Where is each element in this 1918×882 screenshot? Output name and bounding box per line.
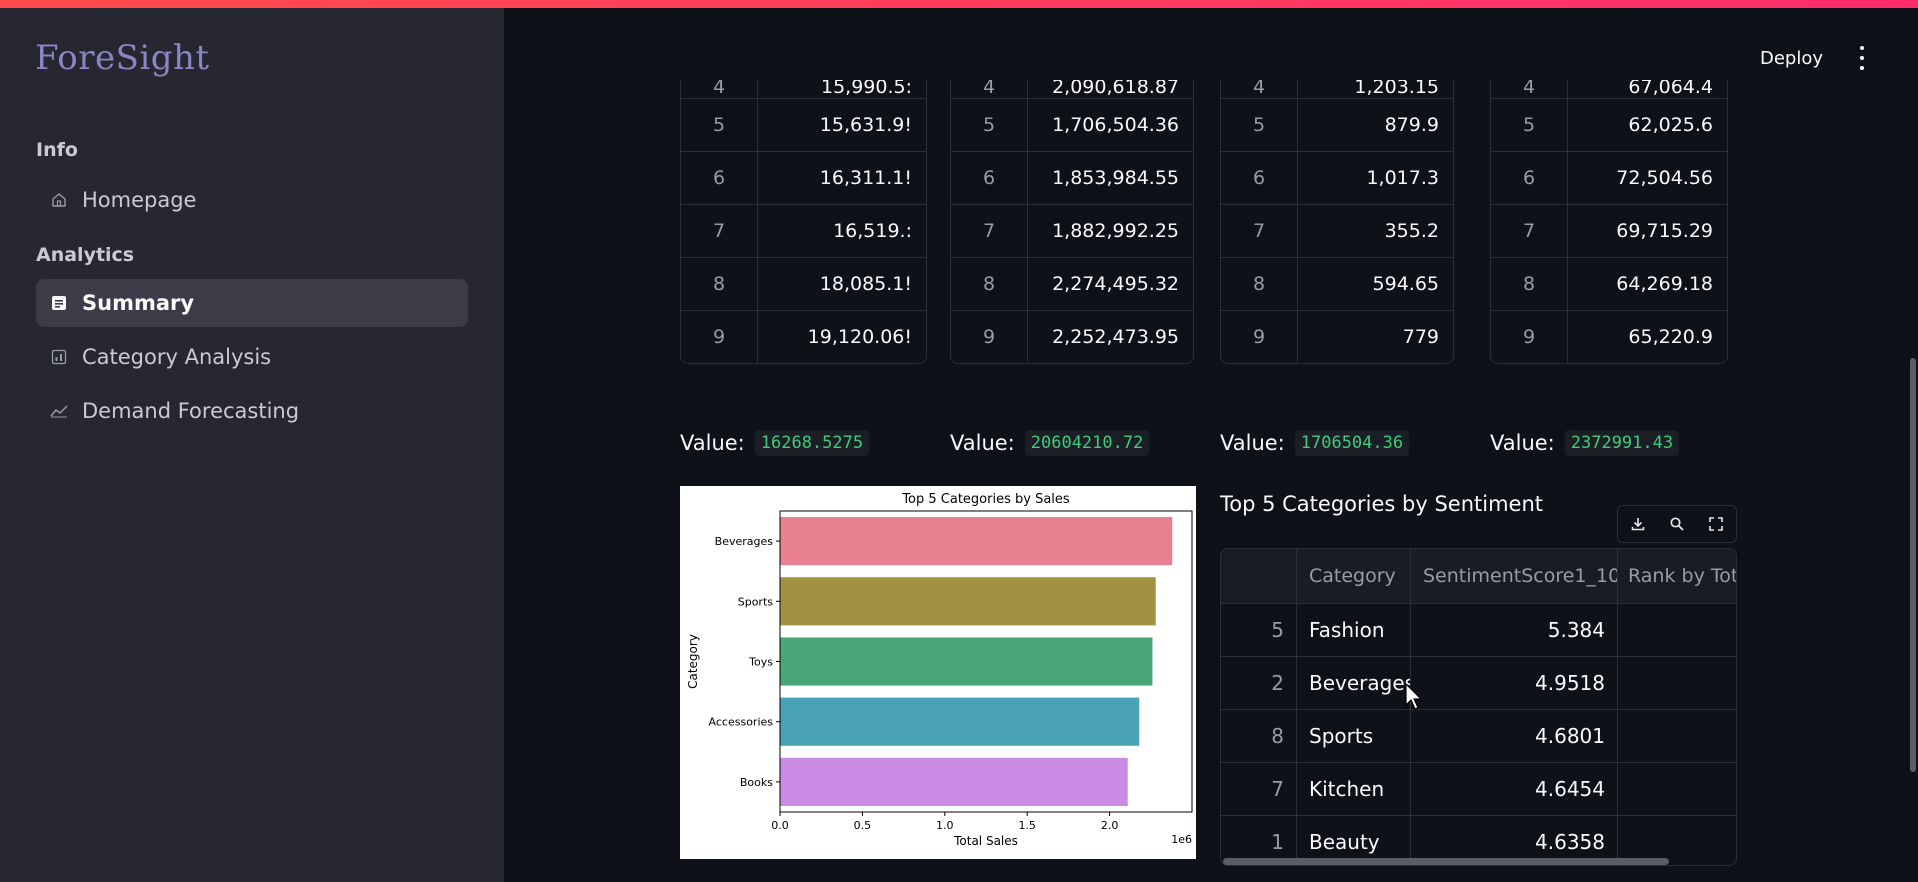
sentiment-table-title: Top 5 Categories by Sentiment — [1220, 492, 1543, 516]
table-toolbar — [1617, 505, 1737, 543]
column-header[interactable]: Category — [1297, 549, 1411, 603]
sidebar-item-label: Category Analysis — [82, 345, 272, 369]
sales-bar-chart: Top 5 Categories by Sales Beverages Sports… — [680, 486, 1196, 859]
sidebar-item-category-analysis[interactable]: Category Analysis — [36, 333, 468, 381]
app-logo[interactable]: ForeSight — [35, 38, 210, 78]
sidebar-item-label: Summary — [82, 291, 195, 315]
table-row: 7 16,519.: — [681, 204, 926, 257]
sidebar-item-label: Homepage — [82, 188, 197, 212]
sidebar-item-homepage[interactable]: Homepage — [36, 176, 468, 224]
table-horizontal-scrollbar[interactable] — [1223, 858, 1669, 865]
table-row: 8 18,085.1! — [681, 257, 926, 310]
value-code: 1706504.36 — [1294, 430, 1410, 456]
table-row: 6 16,311.1! — [681, 151, 926, 204]
document-icon — [36, 294, 82, 312]
table-row: 9 2,252,473.95 — [951, 310, 1193, 363]
table-row: 9 19,120.06! — [681, 310, 926, 363]
value-label: Value: — [1490, 431, 1555, 455]
table-row[interactable]: 5 Fashion 5.384 — [1221, 603, 1736, 656]
chart-x-tick-label: 1.0 — [936, 819, 954, 832]
column-header[interactable]: SentimentScore1_10 — [1411, 549, 1618, 603]
table-row: 5 62,025.6 — [1491, 98, 1727, 151]
chart-y-tick-label: Accessories — [709, 716, 774, 729]
chart-y-tick-label: Beverages — [715, 535, 774, 548]
value-code: 16268.5275 — [754, 430, 870, 456]
chart-x-axis-label: Total Sales — [953, 834, 1018, 848]
value-label: Value: — [680, 431, 745, 455]
table-row: 8 594.65 — [1221, 257, 1453, 310]
table-row: 9 779 — [1221, 310, 1453, 363]
home-icon — [36, 192, 82, 208]
value-display-4: Value: 2372991.43 — [1490, 430, 1680, 456]
table-row: 6 1,853,984.55 — [951, 151, 1193, 204]
table-row: 4 15,990.5: — [681, 80, 926, 98]
metric-table-2[interactable]: 4 2,090,618.87 5 1,706,504.36 6 1,853,984.5… — [950, 80, 1194, 364]
table-row: 4 67,064.4 — [1491, 80, 1727, 98]
table-row: 5 879.9 — [1221, 98, 1453, 151]
chart-icon — [36, 349, 82, 365]
value-code: 20604210.72 — [1024, 430, 1150, 456]
value-label: Value: — [950, 431, 1015, 455]
deploy-button[interactable]: Deploy — [1760, 48, 1823, 69]
table-row[interactable]: 7 Kitchen 4.6454 — [1221, 762, 1736, 815]
table-row: 6 72,504.56 — [1491, 151, 1727, 204]
table-row[interactable]: 2 Beverages 4.9518 — [1221, 656, 1736, 709]
chart-bar — [780, 517, 1173, 566]
fullscreen-icon[interactable] — [1705, 513, 1727, 535]
chart-y-tick-label: Toys — [748, 656, 773, 669]
chart-y-tick-label: Sports — [738, 595, 774, 608]
column-header[interactable]: Rank by Tota — [1618, 549, 1736, 603]
chart-bar — [780, 697, 1140, 746]
sidebar: ForeSight Info Homepage Analytics Summar… — [0, 8, 504, 882]
chart-x-tick-label: 0.5 — [854, 819, 872, 832]
metric-table-3[interactable]: 4 1,203.15 5 879.9 6 1,017.3 7 355.2 8 594.65… — [1220, 80, 1454, 364]
sidebar-item-summary[interactable]: Summary — [36, 279, 468, 327]
chart-svg: Top 5 Categories by Sales Beverages Sports… — [686, 492, 1193, 848]
main-scrollbar[interactable] — [1910, 358, 1916, 772]
metric-table-4[interactable]: 4 67,064.4 5 62,025.6 6 72,504.56 7 69,715.2… — [1490, 80, 1728, 364]
value-display-3: Value: 1706504.36 — [1220, 430, 1410, 456]
sentiment-table[interactable]: Category SentimentScore1_10 Rank by Tota… — [1220, 548, 1737, 866]
search-icon[interactable] — [1666, 513, 1688, 535]
table-row: 7 69,715.29 — [1491, 204, 1727, 257]
chart-y-axis-label: Category — [686, 634, 700, 689]
chart-bar — [780, 757, 1128, 806]
main-menu-icon[interactable] — [1858, 46, 1866, 70]
chart-x-tick-label: 1.5 — [1018, 819, 1035, 832]
chart-x-tick-label: 2.0 — [1101, 819, 1119, 832]
table-row: 6 1,017.3 — [1221, 151, 1453, 204]
trend-icon — [36, 404, 82, 418]
table-row: 8 64,269.18 — [1491, 257, 1727, 310]
column-header[interactable] — [1221, 549, 1297, 603]
chart-y-tick-label: Books — [740, 776, 773, 789]
table-row: 5 15,631.9! — [681, 98, 926, 151]
chart-bar — [780, 637, 1153, 686]
table-header-row: Category SentimentScore1_10 Rank by Tota — [1221, 549, 1736, 603]
value-code: 2372991.43 — [1564, 430, 1680, 456]
sidebar-item-label: Demand Forecasting — [82, 399, 300, 423]
table-row: 7 355.2 — [1221, 204, 1453, 257]
sidebar-section-analytics: Analytics — [36, 244, 135, 266]
value-label: Value: — [1220, 431, 1285, 455]
value-display-1: Value: 16268.5275 — [680, 430, 870, 456]
value-display-2: Value: 20604210.72 — [950, 430, 1150, 456]
table-row[interactable]: 8 Sports 4.6801 — [1221, 709, 1736, 762]
chart-offset-text: 1e6 — [1171, 833, 1192, 846]
sidebar-item-demand-forecasting[interactable]: Demand Forecasting — [36, 387, 468, 435]
table-row: 7 1,882,992.25 — [951, 204, 1193, 257]
mouse-cursor-icon — [1405, 682, 1425, 715]
chart-title: Top 5 Categories by Sales — [901, 492, 1070, 507]
table-row: 4 1,203.15 — [1221, 80, 1453, 98]
table-row: 8 2,274,495.32 — [951, 257, 1193, 310]
chart-bar — [780, 577, 1156, 626]
table-row: 5 1,706,504.36 — [951, 98, 1193, 151]
top-accent-bar — [0, 0, 1918, 8]
chart-x-tick-label: 0.0 — [771, 819, 789, 832]
sidebar-section-info: Info — [36, 139, 78, 161]
download-icon[interactable] — [1627, 513, 1649, 535]
metric-table-1[interactable]: 4 15,990.5: 5 15,631.9! 6 16,311.1! 7 16,519… — [680, 80, 927, 364]
table-row: 9 65,220.9 — [1491, 310, 1727, 363]
table-row: 4 2,090,618.87 — [951, 80, 1193, 98]
